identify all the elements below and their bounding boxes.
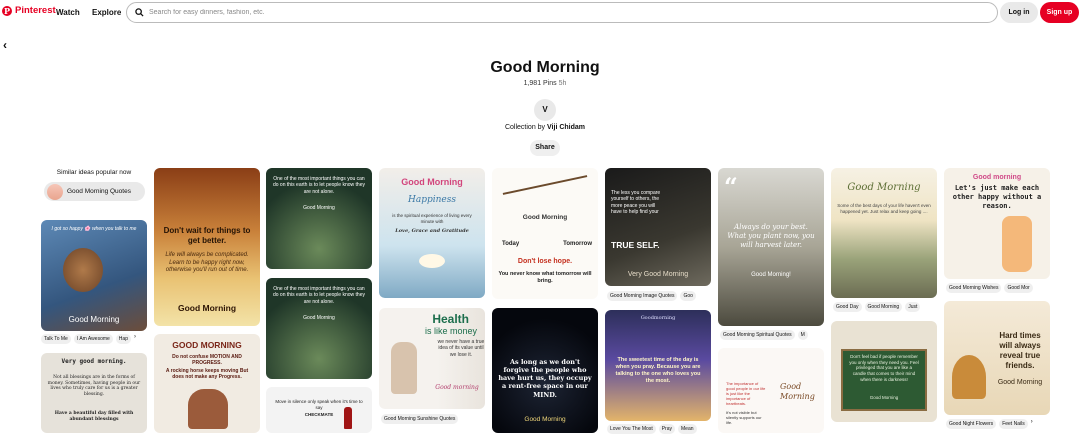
bears-image (952, 355, 986, 399)
pin-card[interactable]: Don't wait for things to get better. Lif… (154, 168, 260, 326)
pin-card[interactable]: Health is like money we never have a tru… (379, 308, 485, 409)
top-bar: PPinterest Watch Explore Log in Sign up (0, 0, 1080, 26)
pin-tags: Good Night Flowers Feet Nails › (946, 419, 1050, 429)
avatar[interactable]: V (534, 99, 556, 121)
pin-card[interactable]: “ Always do your best. What you plant no… (718, 168, 824, 326)
pinterest-logo[interactable]: P Pinterest (2, 5, 56, 16)
pin-tags: Talk To Me I Am Awesome Hap › (41, 334, 147, 344)
pin-card[interactable]: Move in silence only speak when it's tim… (266, 387, 372, 433)
meditating-woman-image (391, 342, 417, 394)
pin-card[interactable]: One of the most important things you can… (266, 168, 372, 269)
search-icon (135, 8, 144, 17)
pin-card[interactable]: The importance of good people in our lif… (718, 348, 824, 433)
chalkboard-image: Don't feel bad if people remember you on… (841, 349, 927, 411)
pin-card[interactable]: One of the most important things you can… (266, 278, 372, 379)
cartoon-character-image (63, 248, 103, 292)
board-title: Good Morning (490, 59, 600, 76)
pin-card[interactable]: Good Morning Today Tomorrow Don't lose h… (492, 168, 598, 299)
cartoon-children-image (1002, 216, 1032, 272)
pin-card[interactable]: Don't feel bad if people remember you on… (831, 321, 937, 422)
chevron-right-icon[interactable]: › (1031, 419, 1033, 429)
quote-mark-icon: “ (724, 172, 738, 201)
pin-card[interactable]: Very good morning. Not all blessings are… (41, 353, 147, 433)
pin-tags: Good Morning Image Quotes Goo (607, 291, 711, 301)
pin-card[interactable]: As long as we don't forgive the people w… (492, 308, 598, 433)
pin-card[interactable]: GOOD MORNING Do not confuse MOTION AND P… (154, 334, 260, 433)
pinterest-icon: P (2, 5, 12, 16)
board-meta: 1,981 Pins 5h (523, 80, 567, 87)
pin-tags: Good Day Good Morning Just (833, 302, 937, 312)
login-button[interactable]: Log in (1000, 2, 1038, 23)
collection-byline: Collection by Viji Chidam (504, 124, 586, 131)
chip-thumbnail (47, 183, 63, 200)
rocking-horse-image (188, 389, 228, 429)
nav-explore[interactable]: Explore (92, 8, 121, 17)
owner-link[interactable]: Viji Chidam (547, 124, 585, 131)
pin-card[interactable]: Good Morning Happiness is the spiritual … (379, 168, 485, 298)
pin-tags: Love You The Most Pray Mean (607, 424, 711, 434)
pin-card[interactable]: Good Morning Some of the best days of yo… (831, 168, 937, 298)
nav-watch[interactable]: Watch (56, 8, 80, 17)
share-button[interactable]: Share (530, 140, 560, 156)
pin-tags: Good Morning Sunshine Quotes (381, 414, 485, 424)
search-input[interactable] (149, 9, 949, 16)
similar-chip[interactable]: Good Morning Quotes (44, 182, 145, 201)
pin-card[interactable]: Hard times will always reveal true frien… (944, 301, 1050, 415)
chevron-right-icon[interactable]: › (134, 334, 136, 344)
pin-card[interactable]: The less you compare yourself to others,… (605, 168, 711, 286)
pin-card[interactable]: Good morning Let's just make each other … (944, 168, 1050, 279)
signup-button[interactable]: Sign up (1040, 2, 1079, 23)
pin-card[interactable]: I got so happy 🌸 when you talk to me Goo… (41, 220, 147, 331)
similar-ideas-heading: Similar ideas popular now (56, 169, 132, 176)
search-bar[interactable] (126, 2, 998, 23)
pin-tags: Good Morning Wishes Good Mor (946, 283, 1050, 293)
pin-card[interactable]: Goodmorning The sweetest time of the day… (605, 310, 711, 421)
flower-image (419, 254, 445, 268)
pin-tags: Good Morning Spiritual Quotes M (720, 330, 824, 340)
back-arrow-icon[interactable]: ‹ (3, 38, 7, 52)
branch-image (502, 175, 588, 195)
chess-piece-image (344, 407, 352, 429)
